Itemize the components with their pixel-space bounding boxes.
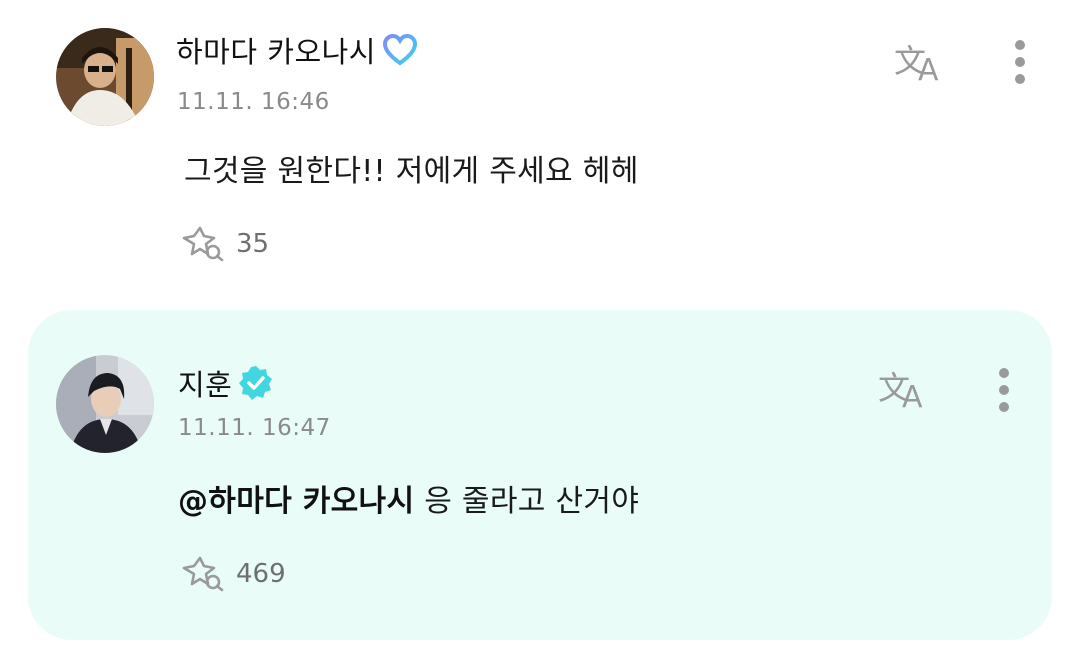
username[interactable]: 지훈 bbox=[178, 362, 232, 404]
like-icon bbox=[178, 552, 226, 596]
timestamp: 11.11. 16:47 bbox=[178, 415, 331, 441]
more-vertical-icon[interactable] bbox=[1004, 38, 1036, 86]
highlighted-comment-item: 지훈 11.11. 16:47 @하마다 카오나시 응 줄라고 산거야 469 bbox=[28, 310, 1052, 640]
like-icon bbox=[178, 222, 226, 266]
svg-text:A: A bbox=[918, 53, 939, 84]
avatar[interactable] bbox=[56, 28, 154, 126]
timestamp: 11.11. 16:46 bbox=[177, 89, 330, 115]
author-row: 지훈 bbox=[178, 363, 274, 403]
comment-text: @하마다 카오나시 응 줄라고 산거야 bbox=[178, 476, 639, 520]
verified-badge-icon bbox=[238, 365, 274, 401]
username[interactable]: 하마다 카오나시 bbox=[176, 29, 376, 71]
svg-text:A: A bbox=[902, 380, 923, 411]
like-button[interactable]: 35 bbox=[178, 222, 269, 266]
comment-thread: 하마다 카오나시 11.11. 16:46 그것을 원한다!! 저에게 주세요 … bbox=[0, 0, 1080, 664]
like-button[interactable]: 469 bbox=[178, 552, 286, 596]
author-row: 하마다 카오나시 bbox=[176, 30, 418, 70]
reply-text: 응 줄라고 산거야 bbox=[414, 484, 640, 519]
comment-text: 그것을 원한다!! 저에게 주세요 헤헤 bbox=[184, 154, 639, 189]
avatar[interactable] bbox=[56, 355, 154, 453]
comment-item: 하마다 카오나시 11.11. 16:46 그것을 원한다!! 저에게 주세요 … bbox=[0, 0, 1080, 300]
more-vertical-icon[interactable] bbox=[988, 366, 1020, 414]
translate-icon[interactable]: 文 A bbox=[890, 36, 954, 86]
like-count: 469 bbox=[236, 559, 286, 589]
translate-icon[interactable]: 文 A bbox=[874, 363, 938, 413]
heart-badge-icon bbox=[382, 34, 418, 66]
mention-link[interactable]: @하마다 카오나시 bbox=[178, 484, 414, 519]
like-count: 35 bbox=[236, 229, 270, 259]
